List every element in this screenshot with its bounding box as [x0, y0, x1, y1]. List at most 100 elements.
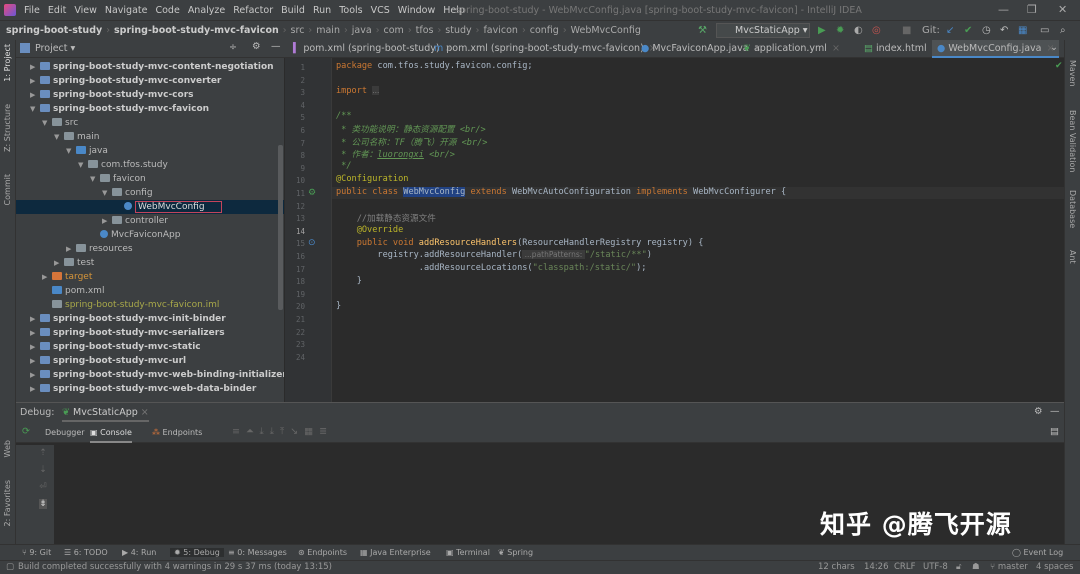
breadcrumb-item[interactable]: favicon — [483, 25, 517, 36]
menu-tools[interactable]: Tools — [339, 5, 362, 16]
expand-arrow-icon[interactable]: ▶ — [30, 326, 40, 340]
status-indent[interactable]: 4 spaces — [1036, 562, 1073, 572]
step-actions-icons[interactable]: ≡⏶⤓⤓⤒↘▦≣ — [232, 426, 333, 437]
tree-item[interactable]: pom.xml — [16, 284, 284, 298]
breadcrumb-item[interactable]: spring-boot-study-mvc-favicon — [114, 25, 279, 36]
presentation-icon[interactable]: ▭ — [1040, 25, 1049, 36]
tree-item[interactable]: ▶ spring-boot-study-mvc-url — [16, 354, 284, 368]
expand-arrow-icon[interactable]: ▼ — [78, 158, 88, 172]
tree-item[interactable]: ▶ controller — [16, 214, 284, 228]
tree-item[interactable]: spring-boot-study-mvc-favicon.iml — [16, 298, 284, 312]
menu-run[interactable]: Run — [313, 5, 331, 16]
status-icon[interactable]: ▢ — [6, 562, 14, 572]
expand-arrow-icon[interactable]: ▶ — [30, 60, 40, 74]
expand-arrow-icon[interactable]: ▼ — [66, 144, 76, 158]
tree-item[interactable]: ▼ spring-boot-study-mvc-favicon — [16, 102, 284, 116]
tree-item[interactable]: ▼ favicon — [16, 172, 284, 186]
inspector-icon[interactable]: ☗ — [972, 562, 980, 572]
tab-application-yml[interactable]: ❦ application.yml × — [738, 40, 845, 58]
expand-arrow-icon[interactable]: ▼ — [30, 102, 40, 116]
status-line-separator[interactable]: CRLF — [894, 562, 915, 572]
event-log-button[interactable]: ◯ Event Log — [1012, 548, 1063, 557]
class-gutter-icon[interactable]: ⚙ — [308, 188, 316, 198]
status-message[interactable]: Build completed successfully with 4 warn… — [18, 562, 332, 572]
tool-window-java-enterprise[interactable]: ▦ Java Enterprise — [360, 548, 431, 557]
search-icon[interactable]: ⌕ — [1060, 25, 1066, 36]
git-update-icon[interactable]: ↙ — [946, 25, 954, 36]
close-button[interactable]: ✕ — [1058, 3, 1067, 16]
tree-item[interactable]: WebMvcConfig — [16, 200, 284, 214]
menu-refactor[interactable]: Refactor — [233, 5, 273, 16]
breadcrumb-item[interactable]: config — [530, 25, 559, 36]
hide-panel-icon[interactable]: — — [271, 41, 281, 52]
breadcrumb-item[interactable]: study — [445, 25, 471, 36]
menu-build[interactable]: Build — [281, 5, 305, 16]
tree-item[interactable]: ▼ src — [16, 116, 284, 130]
tree-item[interactable]: ▶ spring-boot-study-mvc-serializers — [16, 326, 284, 340]
tool-window--git[interactable]: ⑂ 9: Git — [22, 548, 51, 557]
collapse-all-icon[interactable]: ÷ — [229, 42, 237, 53]
project-view-select[interactable]: Project ▾ — [35, 43, 75, 54]
console-actions-icons[interactable]: ⇡ ⇣ ⏎ ⇟ — [32, 445, 54, 513]
expand-arrow-icon[interactable]: ▶ — [30, 88, 40, 102]
tool-window--todo[interactable]: ☰ 6: TODO — [64, 548, 108, 557]
expand-arrow-icon[interactable]: ▼ — [54, 130, 64, 144]
breadcrumb-item[interactable]: main — [316, 25, 340, 36]
menu-navigate[interactable]: Navigate — [105, 5, 148, 16]
tab-endpoints[interactable]: ⁂ Endpoints — [152, 428, 202, 437]
menu-edit[interactable]: Edit — [48, 5, 66, 16]
tree-item[interactable]: ▶ spring-boot-study-mvc-converter — [16, 74, 284, 88]
tree-item[interactable]: ▶ spring-boot-study-mvc-web-data-binder — [16, 382, 284, 396]
tree-item[interactable]: ▶ resources — [16, 242, 284, 256]
stripe-bean-validation[interactable]: Bean Validation — [1068, 110, 1077, 172]
expand-arrow-icon[interactable]: ▼ — [90, 172, 100, 186]
expand-arrow-icon[interactable]: ▶ — [54, 256, 64, 270]
tree-item[interactable]: ▶ spring-boot-study-mvc-web-binding-initi… — [16, 368, 284, 382]
stop-icon[interactable]: ■ — [902, 25, 911, 36]
breadcrumb-item[interactable]: WebMvcConfig — [571, 25, 641, 36]
status-position[interactable]: 14:26 — [864, 562, 889, 572]
tree-item[interactable]: ▶ spring-boot-study-mvc-cors — [16, 88, 284, 102]
git-commit-icon[interactable]: ✔ — [964, 25, 972, 36]
stripe-web[interactable]: Web — [3, 440, 12, 457]
debug-hide-icon[interactable]: — — [1050, 406, 1060, 417]
profile-icon[interactable]: ◎ — [872, 25, 881, 36]
tab-close-icon[interactable]: × — [832, 43, 840, 54]
restore-button[interactable]: ❐ — [1027, 3, 1037, 16]
tool-window-spring[interactable]: ❦ Spring — [498, 548, 533, 557]
stripe-structure[interactable]: Z: Structure — [3, 104, 12, 152]
tab-pom-xml-spring-boot-study-mvc-favicon-[interactable]: m pom.xml (spring-boot-study-mvc-favicon… — [429, 40, 662, 58]
status-branch[interactable]: ⑂ master — [990, 562, 1028, 572]
rerun-icon[interactable]: ⟳ — [22, 426, 30, 437]
debug-settings-icon[interactable]: ⚙ — [1034, 406, 1043, 417]
tool-window-terminal[interactable]: ▣ Terminal — [446, 548, 490, 557]
tool-window--messages[interactable]: ≡ 0: Messages — [228, 548, 287, 557]
debug-icon[interactable]: ✹ — [836, 25, 844, 36]
layout-icon[interactable]: ▤ — [1050, 426, 1059, 437]
tool-window--run[interactable]: ▶ 4: Run — [122, 548, 156, 557]
run-configuration-select[interactable]: MvcStaticApp ▾ — [716, 23, 810, 38]
expand-arrow-icon[interactable]: ▶ — [30, 382, 40, 396]
tab-webmvcconfig-java[interactable]: ● WebMvcConfig.java × — [932, 40, 1060, 58]
tool-window--debug[interactable]: ✹ 5: Debug — [170, 548, 224, 557]
expand-arrow-icon[interactable]: ▶ — [102, 214, 112, 228]
tab-debugger[interactable]: Debugger — [45, 428, 85, 437]
tree-item[interactable]: ▶ spring-boot-study-mvc-content-negotiati… — [16, 60, 284, 74]
tabs-overflow-icon[interactable]: ⌄ — [1050, 42, 1058, 53]
menu-window[interactable]: Window — [398, 5, 435, 16]
stripe-database[interactable]: Database — [1068, 190, 1077, 228]
tree-item[interactable]: ▶ test — [16, 256, 284, 270]
menu-file[interactable]: File — [24, 5, 40, 16]
expand-arrow-icon[interactable]: ▶ — [42, 270, 52, 284]
expand-arrow-icon[interactable]: ▶ — [30, 312, 40, 326]
stripe-favorites[interactable]: 2: Favorites — [3, 480, 12, 526]
menu-view[interactable]: View — [74, 5, 97, 16]
breadcrumb-item[interactable]: tfos — [416, 25, 434, 36]
rollback-icon[interactable]: ↶ — [1000, 25, 1008, 36]
menu-vcs[interactable]: VCS — [371, 5, 390, 16]
expand-arrow-icon[interactable]: ▶ — [30, 74, 40, 88]
build-hammer-icon[interactable]: ⚒ — [698, 25, 707, 36]
tree-item[interactable]: MvcFaviconApp — [16, 228, 284, 242]
stripe-project[interactable]: 1: Project — [3, 44, 12, 82]
tree-item[interactable]: ▼ config — [16, 186, 284, 200]
